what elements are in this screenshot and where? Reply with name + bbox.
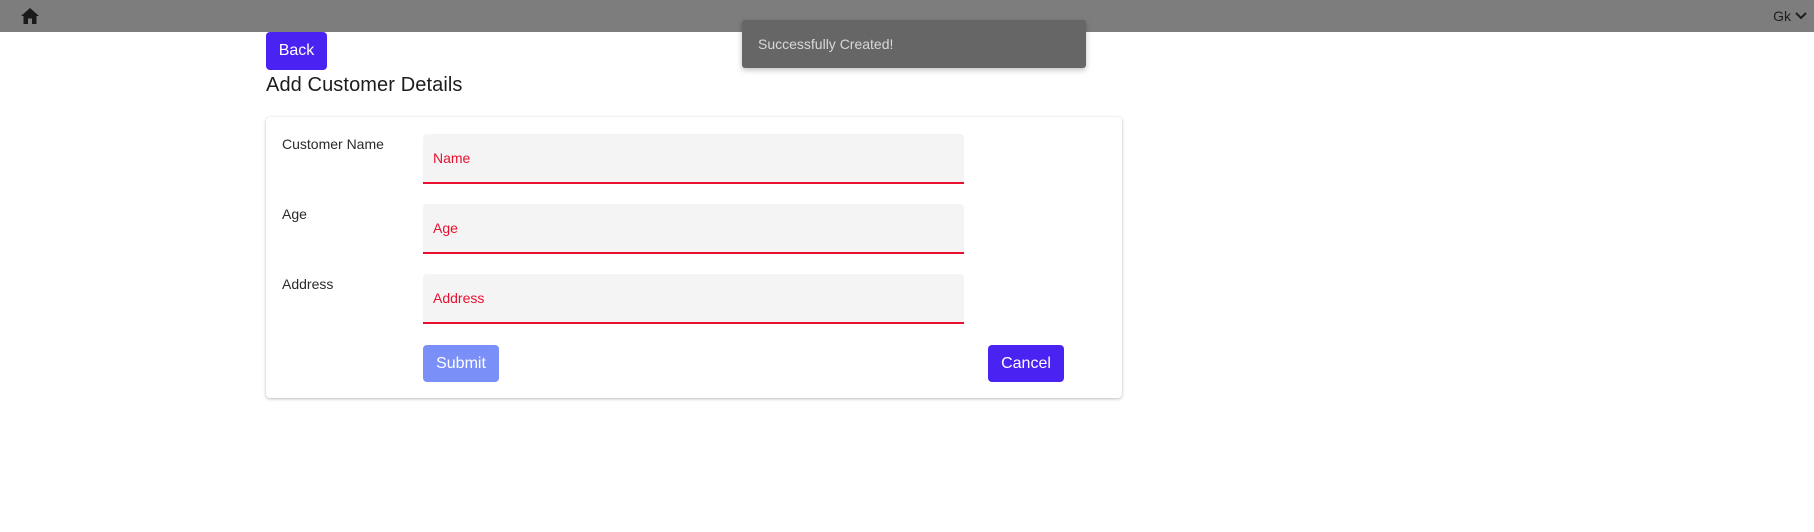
address-label: Address — [282, 276, 334, 292]
user-name: Gk — [1773, 8, 1791, 24]
address-field-container — [423, 274, 964, 324]
customer-name-label: Customer Name — [282, 136, 384, 152]
home-icon — [21, 8, 39, 24]
customer-name-input[interactable] — [423, 134, 964, 182]
customer-name-field-container — [423, 134, 964, 184]
toast-message: Successfully Created! — [758, 36, 894, 52]
page: Gk Successfully Created! Back Add Custom… — [0, 0, 1814, 532]
age-label: Age — [282, 206, 307, 222]
cancel-button[interactable]: Cancel — [988, 345, 1064, 382]
age-field-container — [423, 204, 964, 254]
back-button[interactable]: Back — [266, 32, 327, 70]
submit-button[interactable]: Submit — [423, 345, 499, 382]
chevron-down-icon — [1795, 12, 1807, 20]
home-button[interactable] — [18, 5, 42, 27]
toast-notification: Successfully Created! — [742, 20, 1086, 68]
customer-form-card: Customer Name Age Address Submit Cancel — [266, 117, 1122, 398]
page-title: Add Customer Details — [266, 74, 463, 96]
address-input[interactable] — [423, 274, 964, 322]
age-input[interactable] — [423, 204, 964, 252]
user-menu[interactable]: Gk — [1773, 5, 1808, 27]
